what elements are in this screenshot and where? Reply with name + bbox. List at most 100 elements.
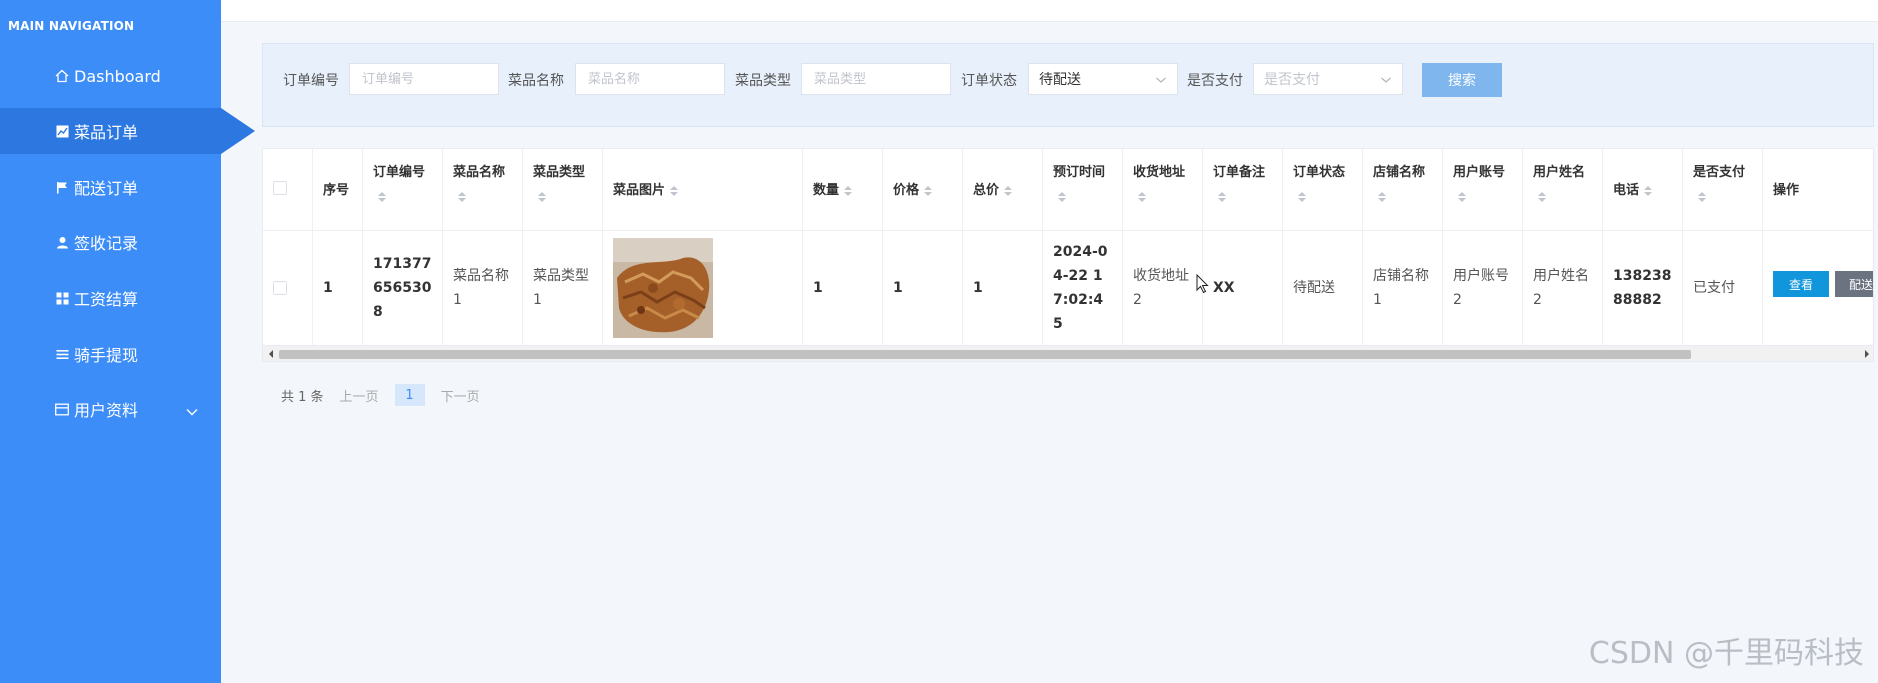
column-status: 订单状态 待配送 bbox=[1283, 149, 1363, 345]
sidebar-item-label: 菜品订单 bbox=[74, 123, 139, 142]
cell-shop-name: 店铺名称1 bbox=[1373, 267, 1429, 308]
sort-icon bbox=[458, 191, 466, 202]
sort-icon bbox=[378, 191, 386, 202]
list-icon bbox=[54, 346, 70, 362]
dish-photo[interactable] bbox=[613, 237, 713, 338]
column-address: 收货地址 收货地址2 bbox=[1123, 149, 1203, 345]
sidebar-item-dish-orders[interactable]: 菜品订单 bbox=[0, 108, 255, 154]
sidebar-item-salary[interactable]: 工资结算 bbox=[0, 275, 221, 321]
dish-type-input[interactable] bbox=[801, 63, 951, 95]
status-label: 订单状态 bbox=[961, 73, 1017, 89]
sidebar-item-signoff-records[interactable]: 签收记录 bbox=[0, 219, 221, 265]
select-all-checkbox[interactable] bbox=[273, 181, 287, 195]
sidebar-item-delivery-orders[interactable]: 配送订单 bbox=[0, 164, 221, 210]
column-reserve-time: 预订时间 2024-04-22 17:02:45 bbox=[1043, 149, 1123, 345]
column-index: 序号 1 bbox=[313, 149, 363, 345]
dish-type-label: 菜品类型 bbox=[735, 73, 791, 89]
column-dish-type: 菜品类型 菜品类型1 bbox=[523, 149, 603, 345]
scroll-left-icon bbox=[269, 350, 273, 358]
cell-user-name: 用户姓名2 bbox=[1533, 267, 1589, 308]
sidebar-item-user-profile[interactable]: 用户资料 bbox=[0, 386, 221, 432]
column-header[interactable]: 菜品名称 bbox=[443, 149, 522, 231]
column-user-account: 用户账号 用户账号2 bbox=[1443, 149, 1523, 345]
column-shop-name: 店铺名称 店铺名称1 bbox=[1363, 149, 1443, 345]
user-icon bbox=[54, 234, 70, 250]
sort-icon bbox=[1458, 191, 1466, 202]
status-select[interactable]: 待配送 bbox=[1028, 63, 1178, 95]
cell-dish-name: 菜品名称1 bbox=[453, 267, 509, 308]
horizontal-scrollbar[interactable] bbox=[263, 345, 1873, 361]
chevron-down-icon bbox=[1155, 73, 1167, 89]
sort-icon bbox=[1644, 185, 1653, 196]
watermark: CSDN @千里码科技 bbox=[1588, 636, 1864, 671]
column-header: 序号 bbox=[313, 149, 362, 231]
column-header[interactable]: 店铺名称 bbox=[1363, 149, 1442, 231]
sidebar-item-label: 配送订单 bbox=[74, 179, 139, 198]
sidebar-item-rider-withdraw[interactable]: 骑手提现 bbox=[0, 331, 221, 377]
sidebar: MAIN NAVIGATION Dashboard 菜品订单 配送订单 签收记录… bbox=[0, 0, 255, 683]
cell-paid: 已支付 bbox=[1693, 279, 1735, 296]
sort-icon bbox=[844, 185, 853, 196]
column-header[interactable]: 预订时间 bbox=[1043, 149, 1122, 231]
column-header[interactable]: 订单编号 bbox=[363, 149, 442, 231]
column-paid: 是否支付 已支付 bbox=[1683, 149, 1763, 345]
column-header[interactable]: 菜品图片 bbox=[603, 149, 802, 231]
orders-table: 序号 1 订单编号 1713776565308 菜品名称 菜品名称1 菜品类型 … bbox=[262, 148, 1874, 362]
row-checkbox[interactable] bbox=[273, 280, 287, 295]
column-header: 操作 bbox=[1763, 149, 1873, 231]
column-remark: 订单备注 XX bbox=[1203, 149, 1283, 345]
column-actions: 操作 查看 配送 bbox=[1763, 149, 1873, 345]
sort-icon bbox=[1138, 191, 1146, 202]
sort-icon bbox=[1698, 191, 1706, 202]
column-dish-name: 菜品名称 菜品名称1 bbox=[443, 149, 523, 345]
status-select-value: 待配送 bbox=[1039, 72, 1081, 88]
prev-page-button[interactable]: 上一页 bbox=[340, 386, 379, 405]
column-header[interactable]: 是否支付 bbox=[1683, 149, 1762, 231]
sort-icon bbox=[924, 185, 933, 196]
column-header[interactable]: 数量 bbox=[803, 149, 882, 231]
column-order-no: 订单编号 1713776565308 bbox=[363, 149, 443, 345]
cell-price: 1 bbox=[893, 279, 903, 296]
deliver-button[interactable]: 配送 bbox=[1835, 271, 1873, 297]
column-quantity: 数量 1 bbox=[803, 149, 883, 345]
mouse-cursor-icon bbox=[1196, 274, 1209, 294]
sort-icon bbox=[1218, 191, 1226, 202]
column-header[interactable]: 用户姓名 bbox=[1523, 149, 1602, 231]
view-button[interactable]: 查看 bbox=[1773, 271, 1829, 297]
select-column bbox=[263, 149, 313, 345]
sidebar-item-label: 用户资料 bbox=[74, 401, 139, 420]
dish-name-input[interactable] bbox=[575, 63, 725, 95]
column-header[interactable]: 用户账号 bbox=[1443, 149, 1522, 231]
sort-icon bbox=[1058, 191, 1066, 202]
column-header[interactable]: 菜品类型 bbox=[523, 149, 602, 231]
sort-icon bbox=[670, 185, 679, 196]
order-no-input[interactable] bbox=[349, 63, 499, 95]
column-total: 总价 1 bbox=[963, 149, 1043, 345]
column-header[interactable]: 订单备注 bbox=[1203, 149, 1282, 231]
column-header[interactable]: 总价 bbox=[963, 149, 1042, 231]
column-header[interactable]: 订单状态 bbox=[1283, 149, 1362, 231]
search-button[interactable]: 搜索 bbox=[1422, 63, 1502, 97]
row-select-cell bbox=[263, 231, 312, 344]
column-header[interactable]: 价格 bbox=[883, 149, 962, 231]
cell-quantity: 1 bbox=[813, 279, 823, 296]
scrollbar-thumb[interactable] bbox=[279, 350, 1691, 359]
column-header[interactable]: 收货地址 bbox=[1123, 149, 1202, 231]
next-page-button[interactable]: 下一页 bbox=[441, 386, 480, 405]
sidebar-item-label: Dashboard bbox=[74, 66, 161, 86]
cell-status: 待配送 bbox=[1293, 279, 1335, 296]
column-header[interactable]: 电话 bbox=[1603, 149, 1682, 231]
cell-user-account: 用户账号2 bbox=[1453, 267, 1509, 308]
sidebar-item-label: 骑手提现 bbox=[74, 346, 139, 365]
sort-icon bbox=[1298, 191, 1306, 202]
chevron-down-icon bbox=[185, 402, 199, 421]
cell-order-no: 1713776565308 bbox=[373, 255, 432, 320]
chart-icon bbox=[54, 123, 70, 139]
page-number-current[interactable]: 1 bbox=[394, 384, 425, 406]
paid-select[interactable]: 是否支付 bbox=[1253, 63, 1403, 95]
column-user-name: 用户姓名 用户姓名2 bbox=[1523, 149, 1603, 345]
sort-icon bbox=[1004, 185, 1013, 196]
cell-address: 收货地址2 bbox=[1133, 267, 1189, 308]
sidebar-item-dashboard[interactable]: Dashboard bbox=[0, 53, 221, 99]
chevron-down-icon bbox=[1380, 73, 1392, 89]
